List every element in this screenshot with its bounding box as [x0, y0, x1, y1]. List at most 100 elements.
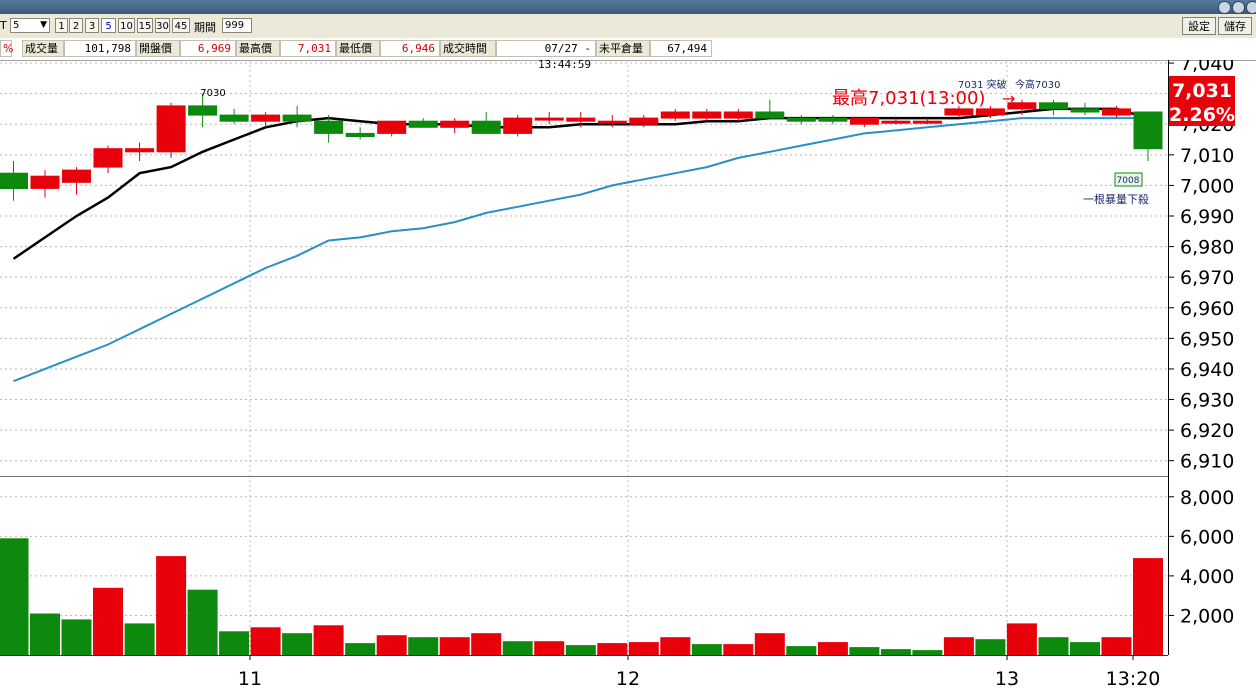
volume-bar — [880, 649, 911, 655]
volume-bar — [376, 635, 407, 655]
volume-bar — [1070, 642, 1100, 655]
close-icon[interactable] — [1246, 1, 1256, 14]
period-input[interactable]: 999 — [222, 18, 252, 33]
interval-button-2[interactable]: 2 — [69, 18, 83, 33]
chart-canvas: 6,910 6,920 6,930 6,940 6,950 6,960 6,970 6,980… — [0, 60, 1235, 690]
open-label: 開盤價 — [136, 40, 180, 57]
low-value: 6,946 — [380, 40, 440, 57]
volume-bar — [1133, 558, 1163, 655]
candle-body — [534, 117, 564, 121]
interval-button-5[interactable]: 5 — [101, 18, 116, 33]
quote-bar: % 成交量 101,798 開盤價 6,969 最高價 7,031 最低價 6,… — [0, 38, 1256, 71]
volume-bar — [754, 633, 785, 655]
open-value: 6,969 — [180, 40, 236, 57]
interval-button-10[interactable]: 10 — [118, 18, 135, 33]
info-icon[interactable] — [1232, 1, 1245, 14]
y-tick-label: 6,990 — [1180, 206, 1234, 228]
candle-body — [566, 117, 596, 122]
volume-y-tick-label: 8,000 — [1180, 487, 1234, 509]
high-value: 7,031 — [280, 40, 336, 57]
save-button[interactable]: 儲存 — [1218, 17, 1252, 35]
interval-button-45[interactable]: 45 — [172, 18, 190, 33]
interval-button-1[interactable]: 1 — [55, 18, 68, 33]
settings-button[interactable]: 設定 — [1182, 17, 1216, 35]
volume-bar — [597, 643, 628, 655]
volume-bar — [219, 631, 250, 655]
candle-body — [786, 117, 816, 122]
candle-body — [503, 117, 533, 134]
volume-bar — [61, 619, 92, 655]
y-tick-label: 7,010 — [1180, 145, 1234, 167]
candle-body — [188, 105, 218, 116]
high-marker-text: 最高7,031(13:00) — [832, 88, 985, 109]
label-7030: 7030 — [200, 88, 225, 99]
volume-bar — [313, 625, 344, 655]
volume-bar — [345, 643, 376, 655]
volume-bar — [975, 639, 1006, 655]
candle-body — [975, 108, 1005, 116]
candle-body — [1039, 102, 1068, 110]
volume-bar — [817, 642, 848, 655]
volume-bar — [156, 556, 187, 655]
low-box-label: 7008 — [1117, 176, 1140, 186]
candle-body — [723, 111, 753, 119]
candle-body — [1070, 108, 1100, 113]
interval-button-3[interactable]: 3 — [85, 18, 99, 33]
candle-body — [660, 111, 690, 119]
candle-body — [440, 120, 470, 128]
volume-bar — [502, 641, 533, 655]
y-tick-label: 7,040 — [1180, 60, 1234, 75]
high-label: 最高價 — [236, 40, 280, 57]
open-interest-value: 67,494 — [650, 40, 712, 57]
period-label: 期間 — [194, 21, 216, 34]
ma-long-line — [13, 117, 1148, 383]
y-tick-label: 6,970 — [1180, 267, 1234, 289]
x-tick-label: 13 — [995, 668, 1019, 690]
y-tick-label: 6,910 — [1180, 451, 1234, 473]
interval-button-30[interactable]: 30 — [155, 18, 170, 33]
volume-bar — [849, 647, 880, 655]
today-high-label: 今高7030 — [1015, 78, 1060, 91]
candle-body — [849, 117, 879, 125]
last-change: 2.26% — [1169, 104, 1235, 126]
candle-body — [219, 114, 249, 122]
y-tick-label: 6,920 — [1180, 420, 1234, 442]
y-tick-label: 6,980 — [1180, 237, 1234, 259]
interval-button-15[interactable]: 15 — [137, 18, 153, 33]
volume-value: 101,798 — [64, 40, 136, 57]
candle-body — [251, 114, 281, 122]
candlesticks — [0, 93, 1163, 201]
big-volume-drop-label: 一根暴量下殺 — [1083, 192, 1149, 206]
period-select[interactable]: 5 ▼ — [10, 18, 50, 33]
candle-body — [629, 117, 659, 125]
volume-bar — [1101, 637, 1132, 655]
toolbar-left-stub: T — [0, 19, 7, 32]
candle-body — [377, 120, 407, 134]
volume-bar — [723, 644, 754, 655]
chevron-down-icon: ▼ — [40, 20, 47, 30]
help-icon[interactable] — [1218, 1, 1231, 14]
candle-body — [0, 172, 28, 189]
candle-body — [1102, 108, 1131, 116]
arrow-right-icon: → — [1002, 89, 1015, 108]
y-tick-label: 6,930 — [1180, 390, 1234, 412]
volume-bar — [565, 645, 596, 655]
candle-body — [912, 120, 942, 124]
candle-body — [408, 120, 438, 128]
candle-body — [156, 105, 186, 153]
volume-bar — [534, 641, 565, 655]
annotations: 7030 最高7,031(13:00) → 7031 突破 今高7030 700… — [200, 76, 1235, 206]
volume-bar — [93, 587, 123, 655]
volume-bar — [1038, 637, 1069, 655]
volume-y-tick-label: 4,000 — [1180, 566, 1234, 588]
last-price: 7,031 — [1172, 80, 1232, 102]
candle-body — [692, 111, 722, 119]
volume-bar — [1006, 623, 1037, 655]
volume-bar — [786, 646, 817, 655]
volume-bar — [660, 637, 691, 655]
low-label: 最低價 — [336, 40, 380, 57]
candle-body — [881, 120, 911, 124]
candle-body — [944, 108, 974, 116]
volume-bar — [471, 633, 502, 655]
volume-bar — [943, 637, 974, 655]
